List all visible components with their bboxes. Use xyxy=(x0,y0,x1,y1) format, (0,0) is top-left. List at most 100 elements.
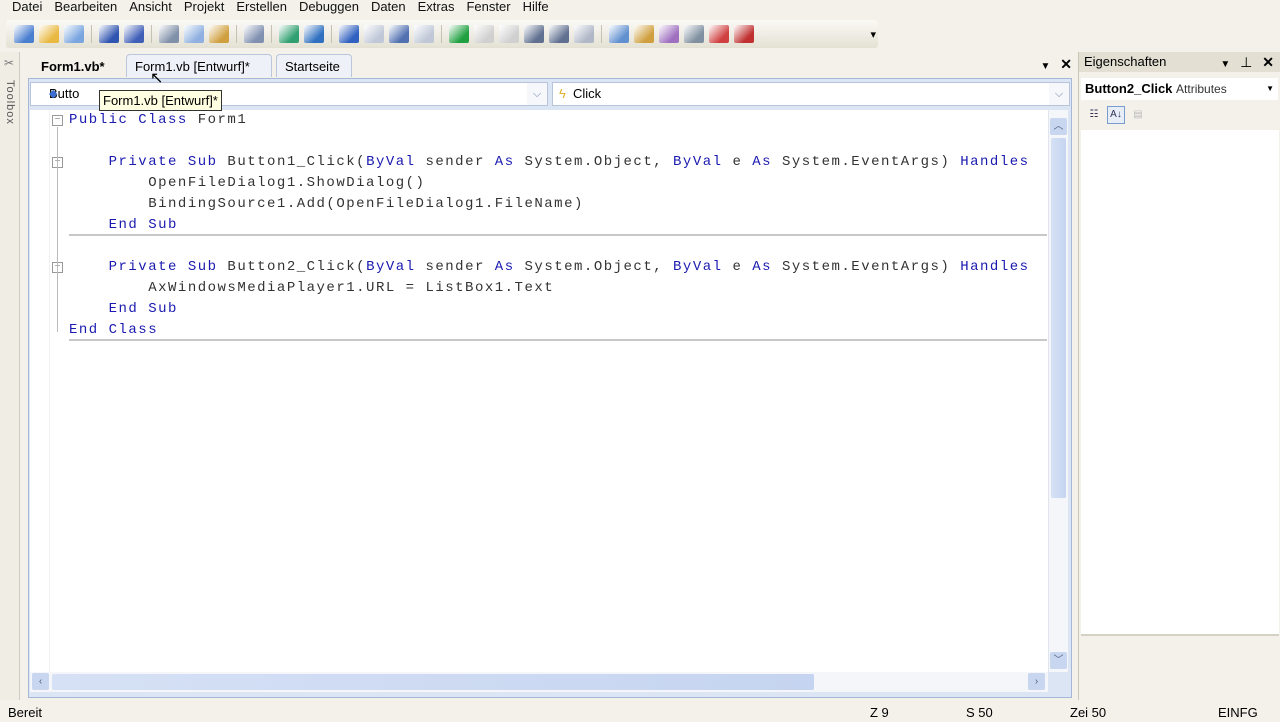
start-page-icon[interactable] xyxy=(734,25,754,43)
tab-start-page[interactable]: Startseite xyxy=(276,54,352,77)
stop-icon[interactable] xyxy=(499,25,519,43)
keyword-token: End Sub xyxy=(69,301,178,317)
copy-icon[interactable] xyxy=(184,25,204,43)
menu-extras[interactable]: Extras xyxy=(412,0,461,16)
chevron-down-icon[interactable]: ⌵ xyxy=(1049,83,1069,105)
object-type: Attributes xyxy=(1176,82,1227,96)
event-lightning-icon: ϟ xyxy=(559,86,566,101)
toolbox-strip[interactable]: ✂ Toolbox xyxy=(0,52,20,700)
code-line[interactable]: AxWindowsMediaPlayer1.URL = ListBox1.Tex… xyxy=(69,278,554,299)
solution-explorer-icon[interactable] xyxy=(609,25,629,43)
navigate-forward-icon[interactable] xyxy=(414,25,434,43)
save-icon[interactable] xyxy=(99,25,119,43)
toolbox-icon[interactable] xyxy=(684,25,704,43)
menu-bar: Datei Bearbeiten Ansicht Projekt Erstellen De… xyxy=(0,0,1280,16)
toolbar-overflow-icon[interactable]: ▾ xyxy=(870,28,876,41)
keyword-token: Handles xyxy=(960,259,1030,275)
undo-icon[interactable] xyxy=(339,25,359,43)
code-line[interactable]: End Sub xyxy=(69,215,178,236)
tab-tooltip: Form1.vb [Entwurf]* xyxy=(99,90,222,111)
uncomment-icon[interactable] xyxy=(304,25,324,43)
scroll-right-icon[interactable]: › xyxy=(1028,673,1045,690)
code-line[interactable]: Public Class Form1 xyxy=(69,110,247,131)
navigate-icon[interactable] xyxy=(389,25,409,43)
tab-form1-code[interactable]: Form1.vb* xyxy=(32,54,122,77)
standard-toolbar: ▾ xyxy=(6,20,878,48)
horizontal-scroll-thumb[interactable] xyxy=(52,674,814,690)
new-project-icon[interactable] xyxy=(14,25,34,43)
chevron-down-icon[interactable]: ⌵ xyxy=(527,83,547,105)
toolbar-separator xyxy=(441,25,442,43)
error-list-icon[interactable] xyxy=(709,25,729,43)
menu-daten[interactable]: Daten xyxy=(365,0,412,16)
menu-debuggen[interactable]: Debuggen xyxy=(293,0,365,16)
code-line[interactable]: Private Sub Button2_Click(ByVal sender A… xyxy=(69,257,1030,278)
code-line[interactable]: End Sub xyxy=(69,299,178,320)
procedure-separator xyxy=(69,339,1047,341)
paste-icon[interactable] xyxy=(209,25,229,43)
alphabetical-icon[interactable]: A↓ xyxy=(1107,106,1125,124)
object-browser-icon[interactable] xyxy=(659,25,679,43)
code-line[interactable]: Private Sub Button1_Click(ByVal sender A… xyxy=(69,152,1030,173)
menu-projekt[interactable]: Projekt xyxy=(178,0,230,16)
add-item-icon[interactable] xyxy=(64,25,84,43)
method-name-combo[interactable]: ϟ Click ⌵ xyxy=(552,82,1070,106)
start-debug-icon[interactable] xyxy=(449,25,469,43)
code-token: Button1_Click( xyxy=(217,154,367,170)
keyword-token: As xyxy=(752,259,773,275)
find-icon[interactable] xyxy=(244,25,264,43)
redo-icon[interactable] xyxy=(364,25,384,43)
properties-header: Eigenschaften ▼ ⊥ ✕ xyxy=(1079,52,1280,72)
menu-ansicht[interactable]: Ansicht xyxy=(123,0,178,16)
pause-icon[interactable] xyxy=(474,25,494,43)
collapse-icon[interactable]: − xyxy=(52,115,63,126)
pin-icon[interactable]: ⊥ xyxy=(1240,54,1252,70)
toolbar-separator xyxy=(331,25,332,43)
scroll-left-icon[interactable]: ‹ xyxy=(32,673,49,690)
keyword-token: ByVal xyxy=(366,259,416,275)
chevron-down-icon[interactable]: ▼ xyxy=(1266,78,1274,100)
menu-erstellen[interactable]: Erstellen xyxy=(230,0,293,16)
tab-list-dropdown-icon[interactable]: ▼ xyxy=(1040,61,1050,72)
vertical-scroll-thumb[interactable] xyxy=(1051,138,1066,498)
menu-bearbeiten[interactable]: Bearbeiten xyxy=(48,0,123,16)
close-icon[interactable]: ✕ xyxy=(1262,54,1274,70)
step-into-icon[interactable] xyxy=(524,25,544,43)
object-selector[interactable]: Button2_Click Attributes ▼ xyxy=(1081,78,1278,100)
categorized-icon[interactable]: ☷ xyxy=(1085,106,1103,124)
code-token: Button2_Click( xyxy=(217,259,367,275)
code-line[interactable]: BindingSource1.Add(OpenFileDialog1.FileN… xyxy=(69,194,584,215)
menu-hilfe[interactable]: Hilfe xyxy=(517,0,555,16)
mouse-cursor-icon: ↖ xyxy=(150,70,164,87)
scroll-down-icon[interactable]: ﹀ xyxy=(1050,652,1067,669)
code-token: OpenFileDialog1.ShowDialog() xyxy=(69,175,426,191)
property-pages-icon[interactable]: ▤ xyxy=(1129,106,1147,124)
menu-fenster[interactable]: Fenster xyxy=(460,0,516,16)
menu-datei[interactable]: Datei xyxy=(0,0,48,16)
step-out-icon[interactable] xyxy=(574,25,594,43)
keyword-token: As xyxy=(494,259,515,275)
code-line[interactable]: OpenFileDialog1.ShowDialog() xyxy=(69,173,425,194)
dropdown-icon[interactable]: ▼ xyxy=(1220,59,1230,70)
document-tabs: Form1.vb* Form1.vb [Entwurf]* Startseite… xyxy=(28,54,1072,78)
step-over-icon[interactable] xyxy=(549,25,569,43)
toolbar-separator xyxy=(601,25,602,43)
toolbar-separator xyxy=(91,25,92,43)
keyword-token: Public Class xyxy=(69,112,188,128)
code-line[interactable]: End Class xyxy=(69,320,158,341)
status-text: Bereit xyxy=(8,705,42,720)
horizontal-scrollbar[interactable]: ‹ › xyxy=(30,672,1048,692)
status-bar: Bereit Z 9 S 50 Zei 50 EINFG xyxy=(0,704,1280,720)
cut-icon[interactable] xyxy=(159,25,179,43)
scroll-up-icon[interactable]: ︿ xyxy=(1050,118,1067,135)
close-document-icon[interactable]: ✕ xyxy=(1060,56,1072,72)
properties-window-icon[interactable] xyxy=(634,25,654,43)
vertical-scrollbar[interactable]: ︿ ﹀ xyxy=(1048,110,1068,672)
code-token: AxWindowsMediaPlayer1.URL = ListBox1.Tex… xyxy=(69,280,555,296)
tab-form1-design[interactable]: Form1.vb [Entwurf]* xyxy=(126,54,272,77)
code-token: Form1 xyxy=(187,112,248,128)
comment-icon[interactable] xyxy=(279,25,299,43)
save-all-icon[interactable] xyxy=(124,25,144,43)
property-grid[interactable] xyxy=(1081,130,1279,636)
open-file-icon[interactable] xyxy=(39,25,59,43)
